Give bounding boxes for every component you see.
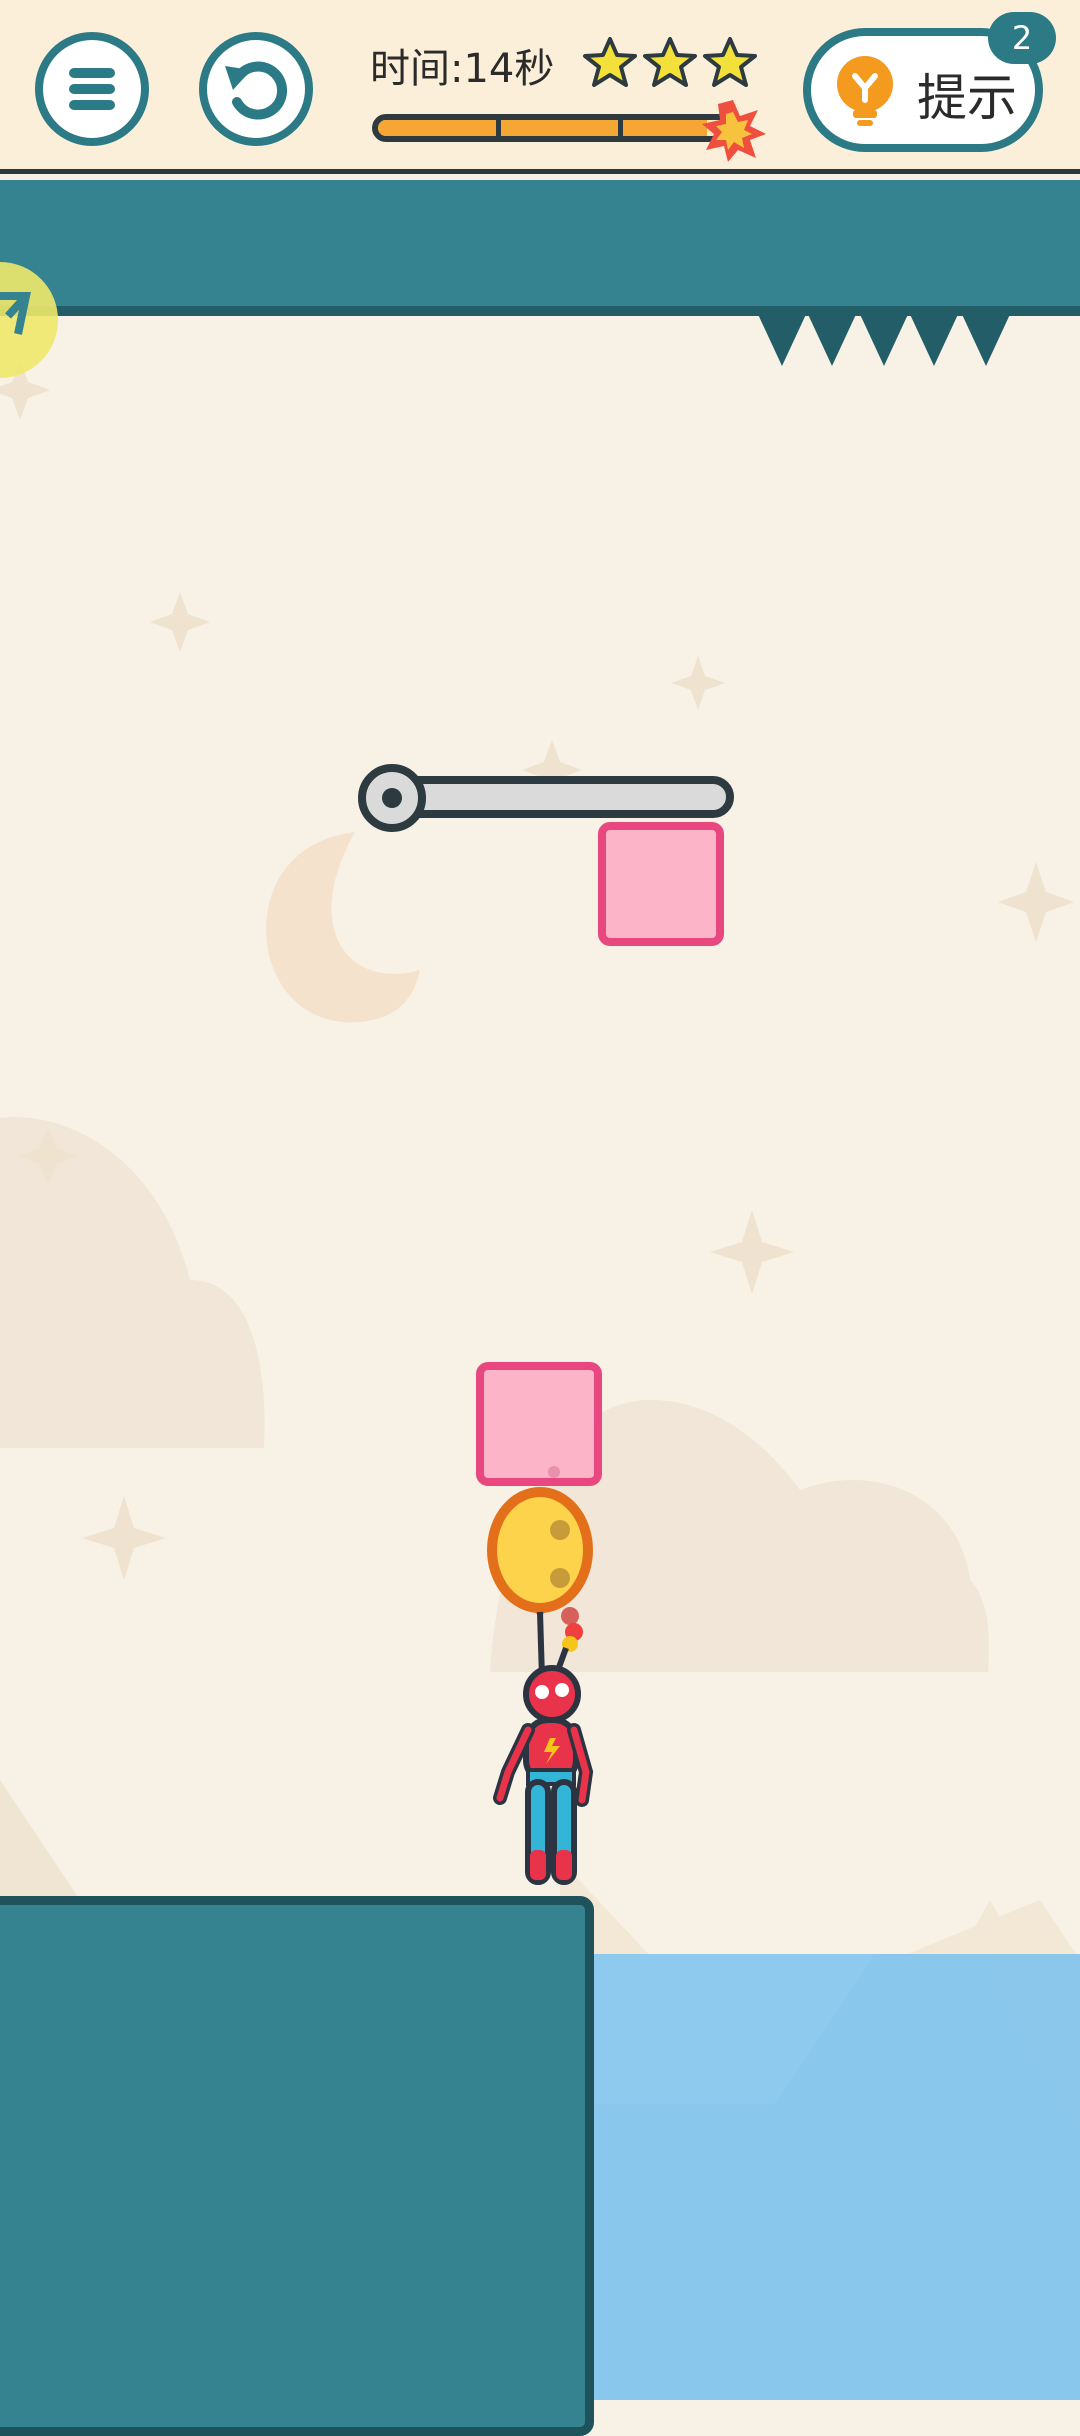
block-dot: [548, 1466, 560, 1478]
restart-icon: [225, 61, 288, 120]
hint-count-badge: 2: [988, 12, 1056, 64]
star-icon: [703, 37, 757, 87]
star-icon: [643, 37, 697, 87]
timer-text: 时间:14秒: [370, 46, 555, 92]
menu-icon: [69, 68, 115, 110]
progress-divider: [618, 120, 623, 136]
ground-platform: [0, 1896, 594, 2436]
time-progress-bar: [372, 114, 742, 142]
time-progress-fill: [378, 120, 708, 136]
star-rating: [583, 37, 757, 87]
progress-divider: [496, 120, 501, 136]
balloon: [487, 1487, 593, 1613]
star-icon: [583, 37, 637, 87]
burst-icon: [702, 100, 766, 162]
hero-with-balloon[interactable]: [470, 1480, 610, 1900]
pink-block-upper: [598, 822, 724, 946]
menu-button[interactable]: [35, 32, 149, 146]
restart-button[interactable]: [199, 32, 313, 146]
pink-block-lower: [476, 1362, 602, 1486]
ceiling-platform: [0, 180, 1080, 316]
exit-portal-icon: [0, 262, 58, 378]
water-reflection: [594, 1954, 1080, 2134]
ceiling-spikes: [756, 310, 1012, 366]
lightbulb-icon: [837, 56, 893, 126]
hint-label: 提示: [917, 69, 1017, 127]
